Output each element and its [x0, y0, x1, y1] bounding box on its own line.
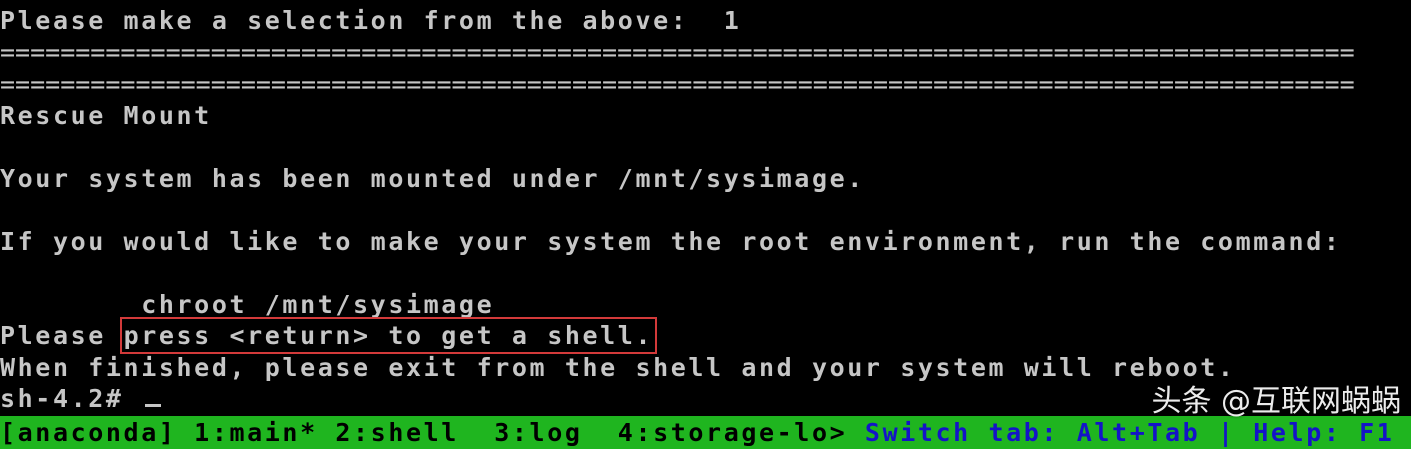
- shell-prompt: sh-4.2#: [0, 384, 142, 413]
- press-return-highlight: press <return> to get a shell.: [119, 317, 658, 354]
- status-help-hint: Switch tab: Alt+Tab | Help: F1: [864, 418, 1395, 447]
- mounted-message: Your system has been mounted under /mnt/…: [0, 164, 865, 193]
- watermark-logo: 头条 @互联网蜗蜗: [1151, 384, 1401, 419]
- root-environment-message: If you would like to make your system th…: [0, 227, 1342, 256]
- terminal-screen[interactable]: Please make a selection from the above: …: [0, 0, 1411, 449]
- selection-prompt-line: Please make a selection from the above: …: [0, 6, 742, 35]
- press-return-line: Please press <return> to get a shell.: [0, 317, 658, 354]
- text-cursor: [145, 404, 162, 407]
- rescue-mount-heading: Rescue Mount: [0, 101, 212, 130]
- press-prefix: Please: [0, 321, 124, 350]
- separator-line-1: ========================================…: [0, 38, 1355, 67]
- status-tabs[interactable]: [anaconda] 1:main* 2:shell 3:log 4:stora…: [0, 418, 865, 447]
- finished-message: When finished, please exit from the shel…: [0, 353, 1236, 382]
- shell-prompt-line[interactable]: sh-4.2#: [0, 384, 162, 414]
- separator-line-2: ========================================…: [0, 70, 1355, 99]
- chroot-command: chroot /mnt/sysimage: [0, 290, 495, 319]
